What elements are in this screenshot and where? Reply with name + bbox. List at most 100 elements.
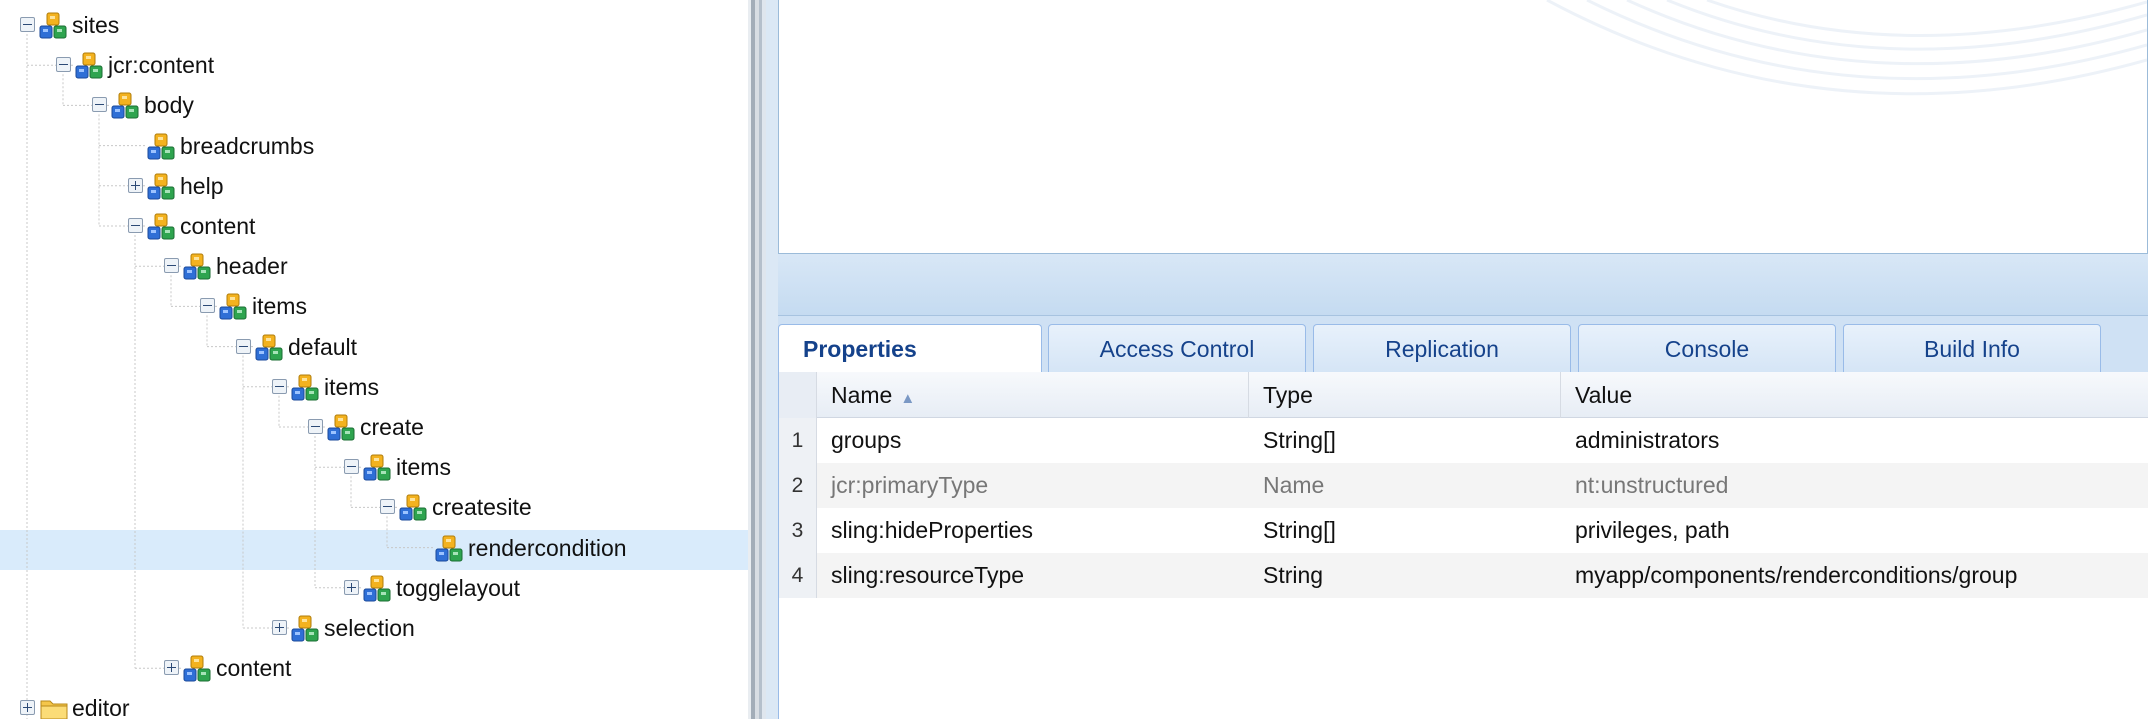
node-icon [183, 653, 213, 683]
tree-node-label: breadcrumbs [180, 132, 315, 159]
grid-header: Name ▲ Type Value [779, 372, 2148, 418]
table-row[interactable]: 2 jcr:primaryType Name nt:unstructured [779, 463, 2148, 508]
node-icon [255, 332, 285, 362]
row-number: 1 [779, 418, 817, 463]
property-name-cell[interactable]: sling:hideProperties [817, 508, 1249, 553]
tab-replication[interactable]: Replication [1313, 324, 1571, 372]
node-icon [291, 372, 321, 402]
node-icon [291, 613, 321, 643]
tree-node-sites[interactable]: sites [0, 8, 748, 42]
node-icon [399, 492, 429, 522]
node-icon [183, 251, 213, 281]
panel-header-strip [778, 254, 2148, 316]
tree-node-create[interactable]: create [0, 410, 748, 444]
node-icon [39, 10, 69, 40]
tree-node-label: help [180, 172, 224, 199]
expand-icon[interactable] [344, 579, 359, 595]
row-number-header [779, 372, 817, 418]
collapse-icon[interactable] [56, 57, 71, 73]
sort-ascending-icon: ▲ [900, 390, 916, 407]
tab-console[interactable]: Console [1578, 324, 1836, 372]
collapse-icon[interactable] [20, 17, 35, 32]
tree-node-label: items [396, 454, 451, 481]
tree-node-selection[interactable]: selection [0, 611, 748, 645]
panel-splitter[interactable] [748, 0, 766, 719]
expand-icon[interactable] [164, 660, 179, 676]
tab-access-control[interactable]: Access Control [1048, 324, 1306, 372]
tree-node-label: items [252, 293, 307, 320]
repository-tree: sites jcr:content body breadcrumbs help conte… [0, 0, 748, 719]
tree-node-default[interactable]: default [0, 330, 748, 364]
property-type-cell[interactable]: String[] [1249, 508, 1561, 553]
tree-node-label: selection [324, 615, 415, 641]
tab-properties[interactable]: Properties [778, 324, 1042, 374]
row-number: 4 [779, 553, 817, 598]
tree-node-items[interactable]: items [0, 450, 748, 484]
tree-node-togglelayout[interactable]: togglelayout [0, 571, 748, 605]
tree-node-label: body [144, 92, 194, 119]
collapse-icon[interactable] [380, 499, 395, 515]
property-type-cell[interactable]: String[] [1249, 418, 1561, 463]
tree-node-createsite[interactable]: createsite [0, 490, 748, 524]
property-name-cell[interactable]: sling:resourceType [817, 553, 1249, 598]
node-icon [219, 291, 249, 321]
tree-node-body[interactable]: body [0, 88, 748, 122]
tree-node-label: content [180, 213, 256, 239]
node-icon [363, 452, 393, 482]
column-header-value[interactable]: Value [1561, 372, 2148, 418]
node-icon [327, 412, 357, 442]
expand-icon[interactable] [20, 700, 35, 716]
tree-node-label: content [216, 655, 292, 682]
collapse-icon[interactable] [128, 218, 143, 233]
property-value-cell[interactable]: administrators [1561, 418, 2148, 463]
column-header-type[interactable]: Type [1249, 372, 1561, 418]
tree-node-label: jcr:content [108, 52, 215, 79]
tab-build-info[interactable]: Build Info [1843, 324, 2101, 372]
background-watermark [1546, 0, 2147, 96]
collapse-icon[interactable] [200, 298, 215, 314]
collapse-icon[interactable] [308, 419, 323, 434]
tree-node-breadcrumbs[interactable]: breadcrumbs [0, 129, 748, 163]
row-number: 2 [779, 463, 817, 508]
collapse-icon[interactable] [236, 338, 251, 354]
tree-node-help[interactable]: help [0, 169, 748, 203]
node-icon [435, 533, 465, 563]
tree-node-label: default [288, 333, 358, 360]
row-number: 3 [779, 508, 817, 553]
tree-node-items[interactable]: items [0, 370, 748, 404]
tree-node-content[interactable]: content [0, 209, 748, 243]
editor-area [778, 0, 2148, 254]
tree-node-header[interactable]: header [0, 249, 748, 283]
node-icon [147, 211, 177, 241]
collapse-icon[interactable] [272, 378, 287, 394]
tree-node-label: create [360, 414, 424, 440]
detail-panel: Properties Access Control Replication Co… [766, 0, 2148, 719]
properties-grid: Name ▲ Type Value 1 groups String[] administ… [778, 372, 2148, 719]
table-row[interactable]: 1 groups String[] administrators [779, 418, 2148, 463]
column-header-name[interactable]: Name ▲ [817, 372, 1249, 418]
collapse-icon[interactable] [344, 459, 359, 475]
property-type-cell[interactable]: String [1249, 553, 1561, 598]
collapse-icon[interactable] [164, 258, 179, 274]
expand-icon[interactable] [128, 177, 143, 193]
node-icon [111, 90, 141, 120]
property-name-cell[interactable]: groups [817, 418, 1249, 463]
property-type-cell[interactable]: Name [1249, 463, 1561, 508]
property-name-cell[interactable]: jcr:primaryType [817, 463, 1249, 508]
table-row[interactable]: 3 sling:hideProperties String[] privileges,… [779, 508, 2148, 553]
tree-node-editor[interactable]: editor [0, 691, 748, 719]
tree-node-jcr:content[interactable]: jcr:content [0, 48, 748, 82]
tree-node-content[interactable]: content [0, 651, 748, 685]
tree-node-label: togglelayout [396, 574, 521, 601]
node-icon [363, 573, 393, 603]
property-value-cell[interactable]: nt:unstructured [1561, 463, 2148, 508]
property-value-cell[interactable]: privileges, path [1561, 508, 2148, 553]
tree-node-label: sites [72, 12, 120, 38]
tree-node-items[interactable]: items [0, 289, 748, 323]
property-value-cell[interactable]: myapp/components/renderconditions/group [1561, 553, 2148, 598]
tree-node-label: items [324, 373, 379, 400]
expand-icon[interactable] [272, 620, 287, 635]
table-row[interactable]: 4 sling:resourceType String myapp/component… [779, 553, 2148, 598]
collapse-icon[interactable] [92, 97, 107, 113]
tree-node-rendercondition[interactable]: rendercondition [0, 531, 748, 565]
